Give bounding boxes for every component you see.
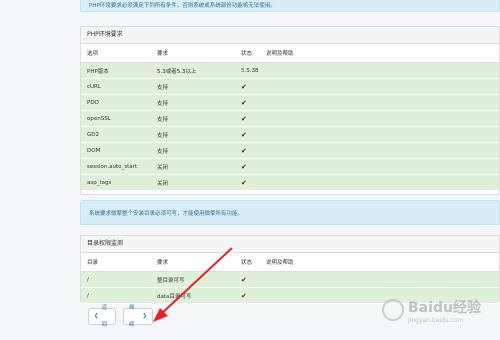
paw-logo-icon [382, 299, 404, 321]
option-cell: PHP版本 [81, 62, 151, 79]
option-cell: asp_tags [81, 174, 151, 191]
next-button[interactable]: 继续 ❯ [123, 305, 153, 328]
requirement-cell: 支持 [151, 78, 235, 95]
column-header-status: 状态 [235, 44, 260, 63]
php-requirement-alert-text: PHP环境要求必须满足下列所有条件，否则系统或系统部份功能将无法使用。 [89, 3, 276, 9]
table-row: cURL 支持 ✔ [81, 78, 499, 95]
column-header-requirement: 要求 [151, 44, 235, 63]
baidu-jingyan-watermark: Baidu经验 jingyan.baidu.com [382, 290, 494, 330]
watermark-subtext: jingyan.baidu.com [408, 316, 464, 324]
check-icon: ✔ [235, 287, 260, 304]
php-env-panel: PHP环境要求 选项 要求 状态 说明及帮助 PHP版本 5.3或者5.3以上 … [80, 26, 500, 195]
column-header-status: 状态 [235, 253, 260, 272]
chevron-left-icon: ❮ [94, 313, 99, 319]
back-button-label: 返回 [101, 304, 108, 328]
table-row: PHP版本 5.3或者5.3以上 5.5.38 [81, 62, 499, 79]
requirement-cell: data目录可写 [151, 287, 235, 304]
status-cell: 5.5.38 [235, 62, 260, 79]
help-cell [260, 94, 499, 111]
requirement-cell: 5.3或者5.3以上 [151, 62, 235, 79]
help-cell [260, 110, 499, 127]
column-header-directory: 目录 [81, 253, 151, 272]
check-icon: ✔ [235, 94, 260, 111]
chevron-right-icon: ❯ [142, 313, 147, 319]
php-requirement-alert: PHP环境要求必须满足下列所有条件，否则系统或系统部份功能将无法使用。 [80, 0, 500, 12]
requirement-cell: 支持 [151, 110, 235, 127]
check-icon: ✔ [235, 271, 260, 288]
help-cell [260, 62, 499, 79]
requirement-cell: 支持 [151, 126, 235, 143]
table-row: session.auto_start 关闭 ✔ [81, 158, 499, 175]
table-row: openSSL 支持 ✔ [81, 110, 499, 127]
check-icon: ✔ [235, 78, 260, 95]
requirement-cell: 关闭 [151, 174, 235, 191]
check-icon: ✔ [235, 126, 260, 143]
requirement-cell: 支持 [151, 142, 235, 159]
requirement-cell: 整目录可写 [151, 271, 235, 288]
table-row: GD2 支持 ✔ [81, 126, 499, 143]
php-env-table: 选项 要求 状态 说明及帮助 PHP版本 5.3或者5.3以上 5.5.38 c… [81, 44, 499, 191]
column-header-help: 说明及帮助 [260, 253, 499, 272]
column-header-option: 选项 [81, 44, 151, 63]
check-icon: ✔ [235, 158, 260, 175]
option-cell: DOM [81, 142, 151, 159]
php-env-panel-title: PHP环境要求 [81, 27, 499, 44]
option-cell: GD2 [81, 126, 151, 143]
requirement-cell: 关闭 [151, 158, 235, 175]
directory-cell: / [81, 287, 151, 304]
help-cell [260, 126, 499, 143]
table-row: DOM 支持 ✔ [81, 142, 499, 159]
option-cell: openSSL [81, 110, 151, 127]
table-row: PDO 支持 ✔ [81, 94, 499, 111]
help-cell [260, 174, 499, 191]
help-cell [260, 271, 499, 288]
column-header-help: 说明及帮助 [260, 44, 499, 63]
check-icon: ✔ [235, 110, 260, 127]
column-header-requirement: 要求 [151, 253, 235, 272]
help-cell [260, 78, 499, 95]
help-cell [260, 158, 499, 175]
check-icon: ✔ [235, 142, 260, 159]
help-cell [260, 142, 499, 159]
table-row: / 整目录可写 ✔ [81, 271, 499, 288]
requirement-cell: 支持 [151, 94, 235, 111]
option-cell: cURL [81, 78, 151, 95]
directory-writable-alert-text: 系统要求微擎整个安装目录必须可写，才能使用微擎所有功能。 [89, 210, 244, 217]
table-row: asp_tags 关闭 ✔ [81, 174, 499, 191]
table-header-row: 选项 要求 状态 说明及帮助 [81, 44, 499, 63]
table-header-row: 目录 要求 状态 说明及帮助 [81, 253, 499, 272]
next-button-label: 继续 [129, 304, 135, 328]
option-cell: session.auto_start [81, 158, 151, 175]
watermark-text: Baidu经验 [408, 299, 481, 316]
directory-cell: / [81, 271, 151, 288]
option-cell: PDO [81, 94, 151, 111]
back-button[interactable]: ❮ 返回 [88, 305, 116, 328]
check-icon: ✔ [235, 174, 260, 191]
directory-permission-panel-title: 目录权限监测 [81, 236, 499, 253]
directory-writable-alert: 系统要求微擎整个安装目录必须可写，才能使用微擎所有功能。 [80, 200, 500, 225]
